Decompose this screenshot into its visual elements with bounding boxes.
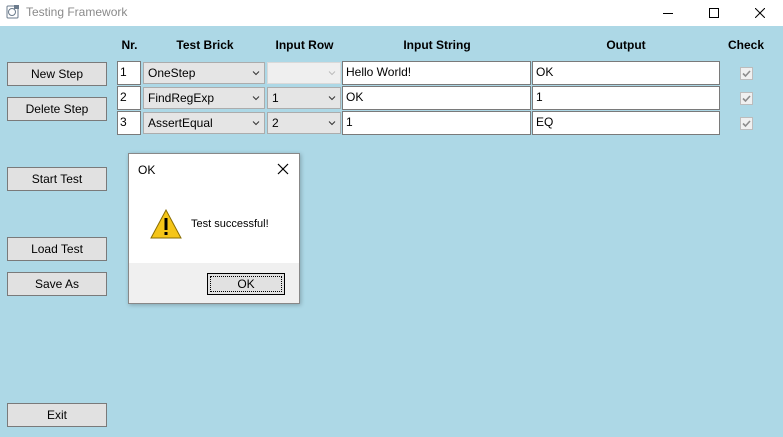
new-step-button[interactable]: New Step [7, 62, 107, 86]
header-input-string: Input String [403, 38, 471, 52]
message-dialog: OK Test successful! OK [128, 153, 300, 304]
delete-step-button[interactable]: Delete Step [7, 97, 107, 121]
chevron-down-icon [328, 96, 336, 101]
chevron-down-icon [252, 71, 260, 76]
output-field[interactable]: EQ [532, 111, 720, 135]
check-checkbox[interactable] [740, 92, 753, 105]
input-row-dropdown[interactable]: 2 [267, 112, 341, 134]
minimize-icon [663, 13, 673, 14]
dropdown-value: 2 [272, 116, 279, 130]
check-checkbox[interactable] [740, 67, 753, 80]
dropdown-value: OneStep [148, 66, 196, 80]
chevron-down-icon [252, 121, 260, 126]
output-field[interactable]: 1 [532, 86, 720, 110]
checkmark-icon [742, 120, 751, 128]
dropdown-value: FindRegExp [148, 91, 215, 105]
input-row-dropdown[interactable] [267, 62, 341, 84]
header-input-row: Input Row [275, 38, 334, 52]
close-icon [755, 8, 765, 18]
output-field[interactable]: OK [532, 61, 720, 85]
input-string-field[interactable]: 1 [342, 111, 531, 135]
maximize-icon [709, 8, 719, 18]
test-brick-dropdown[interactable]: OneStep [143, 62, 265, 84]
load-test-button[interactable]: Load Test [7, 237, 107, 261]
chevron-down-icon [328, 121, 336, 126]
input-string-field[interactable]: Hello World! [342, 61, 531, 85]
dialog-message: Test successful! [191, 218, 269, 230]
input-string-field[interactable]: OK [342, 86, 531, 110]
maximize-button[interactable] [691, 0, 737, 26]
header-check: Check [727, 38, 765, 52]
checkmark-icon [742, 70, 751, 78]
row-number-cell[interactable]: 3 [117, 111, 141, 135]
exit-button[interactable]: Exit [7, 403, 107, 427]
header-nr: Nr. [121, 38, 138, 52]
dropdown-value: 1 [272, 91, 279, 105]
row-number-cell[interactable]: 1 [117, 61, 141, 85]
minimize-button[interactable] [645, 0, 691, 26]
checkmark-icon [742, 95, 751, 103]
title-bar: Testing Framework [0, 0, 783, 26]
input-row-dropdown[interactable]: 1 [267, 87, 341, 109]
dialog-close-button[interactable] [274, 160, 292, 178]
close-button[interactable] [737, 0, 783, 26]
save-as-button[interactable]: Save As [7, 272, 107, 296]
check-checkbox[interactable] [740, 117, 753, 130]
test-brick-dropdown[interactable]: FindRegExp [143, 87, 265, 109]
close-icon [277, 163, 289, 175]
dialog-footer: OK [129, 263, 299, 303]
warning-icon [150, 209, 182, 239]
app-icon [6, 5, 19, 19]
ok-button[interactable]: OK [207, 273, 285, 295]
dialog-title: OK [138, 163, 156, 177]
row-number-cell[interactable]: 2 [117, 86, 141, 110]
test-brick-dropdown[interactable]: AssertEqual [143, 112, 265, 134]
start-test-button[interactable]: Start Test [7, 167, 107, 191]
header-test-brick: Test Brick [176, 38, 234, 52]
chevron-down-icon [252, 96, 260, 101]
dropdown-value: AssertEqual [148, 116, 213, 130]
header-output: Output [606, 38, 646, 52]
chevron-down-icon [328, 71, 336, 76]
window-title: Testing Framework [26, 5, 128, 19]
